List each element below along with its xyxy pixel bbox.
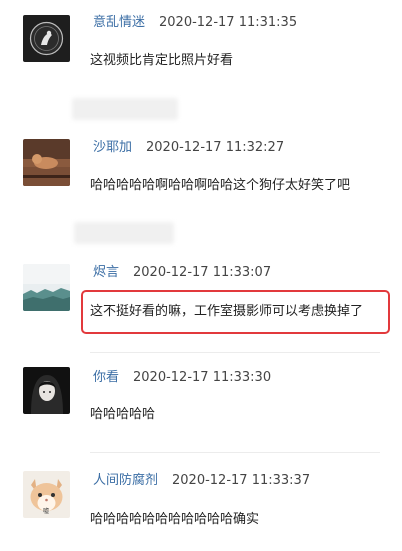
timestamp: 2020-12-17 11:33:37 xyxy=(172,473,311,488)
timestamp: 2020-12-17 11:32:27 xyxy=(146,140,285,155)
comment-meta: 烬言 2020-12-17 11:33:07 xyxy=(93,263,271,283)
dark-hair-girl-avatar-icon xyxy=(23,367,70,414)
username-link[interactable]: 人间防腐剂 xyxy=(93,473,158,488)
avatar[interactable]: 嘘 xyxy=(23,471,70,518)
misty-landscape-avatar-icon xyxy=(23,264,70,311)
timestamp: 2020-12-17 11:31:35 xyxy=(159,15,298,30)
username-link[interactable]: 烬言 xyxy=(93,265,119,280)
username-link[interactable]: 你看 xyxy=(93,370,119,385)
comment-text: 哈哈哈哈哈 xyxy=(90,407,156,422)
comment-meta: 意乱情迷 2020-12-17 11:31:35 xyxy=(93,13,297,33)
avatar[interactable] xyxy=(23,264,70,311)
dark-circle-emblem-avatar-icon xyxy=(23,15,70,62)
dog-on-couch-avatar-icon xyxy=(23,139,70,186)
comment-meta: 你看 2020-12-17 11:33:30 xyxy=(93,368,271,388)
cat-avatar-icon: 嘘 xyxy=(23,471,70,518)
comment-meta: 人间防腐剂 2020-12-17 11:33:37 xyxy=(93,471,310,491)
comment-text: 这视频比肯定比照片好看 xyxy=(90,53,234,68)
comment-meta: 沙耶加 2020-12-17 11:32:27 xyxy=(93,138,284,158)
divider xyxy=(90,352,380,353)
divider xyxy=(90,452,380,453)
avatar-badge-text: 嘘 xyxy=(43,507,49,515)
avatar[interactable] xyxy=(23,367,70,414)
comment-text: 哈哈哈哈哈哈哈哈哈哈哈确实 xyxy=(90,512,260,527)
blurred-divider xyxy=(72,98,178,120)
timestamp: 2020-12-17 11:33:30 xyxy=(133,370,272,385)
avatar[interactable] xyxy=(23,15,70,62)
avatar[interactable] xyxy=(23,139,70,186)
username-link[interactable]: 意乱情迷 xyxy=(93,15,145,30)
comment-text: 哈哈哈哈哈啊哈哈啊哈哈这个狗仔太好笑了吧 xyxy=(90,178,351,193)
highlight-box xyxy=(81,290,390,334)
username-link[interactable]: 沙耶加 xyxy=(93,140,132,155)
timestamp: 2020-12-17 11:33:07 xyxy=(133,265,272,280)
blurred-divider xyxy=(74,222,174,244)
